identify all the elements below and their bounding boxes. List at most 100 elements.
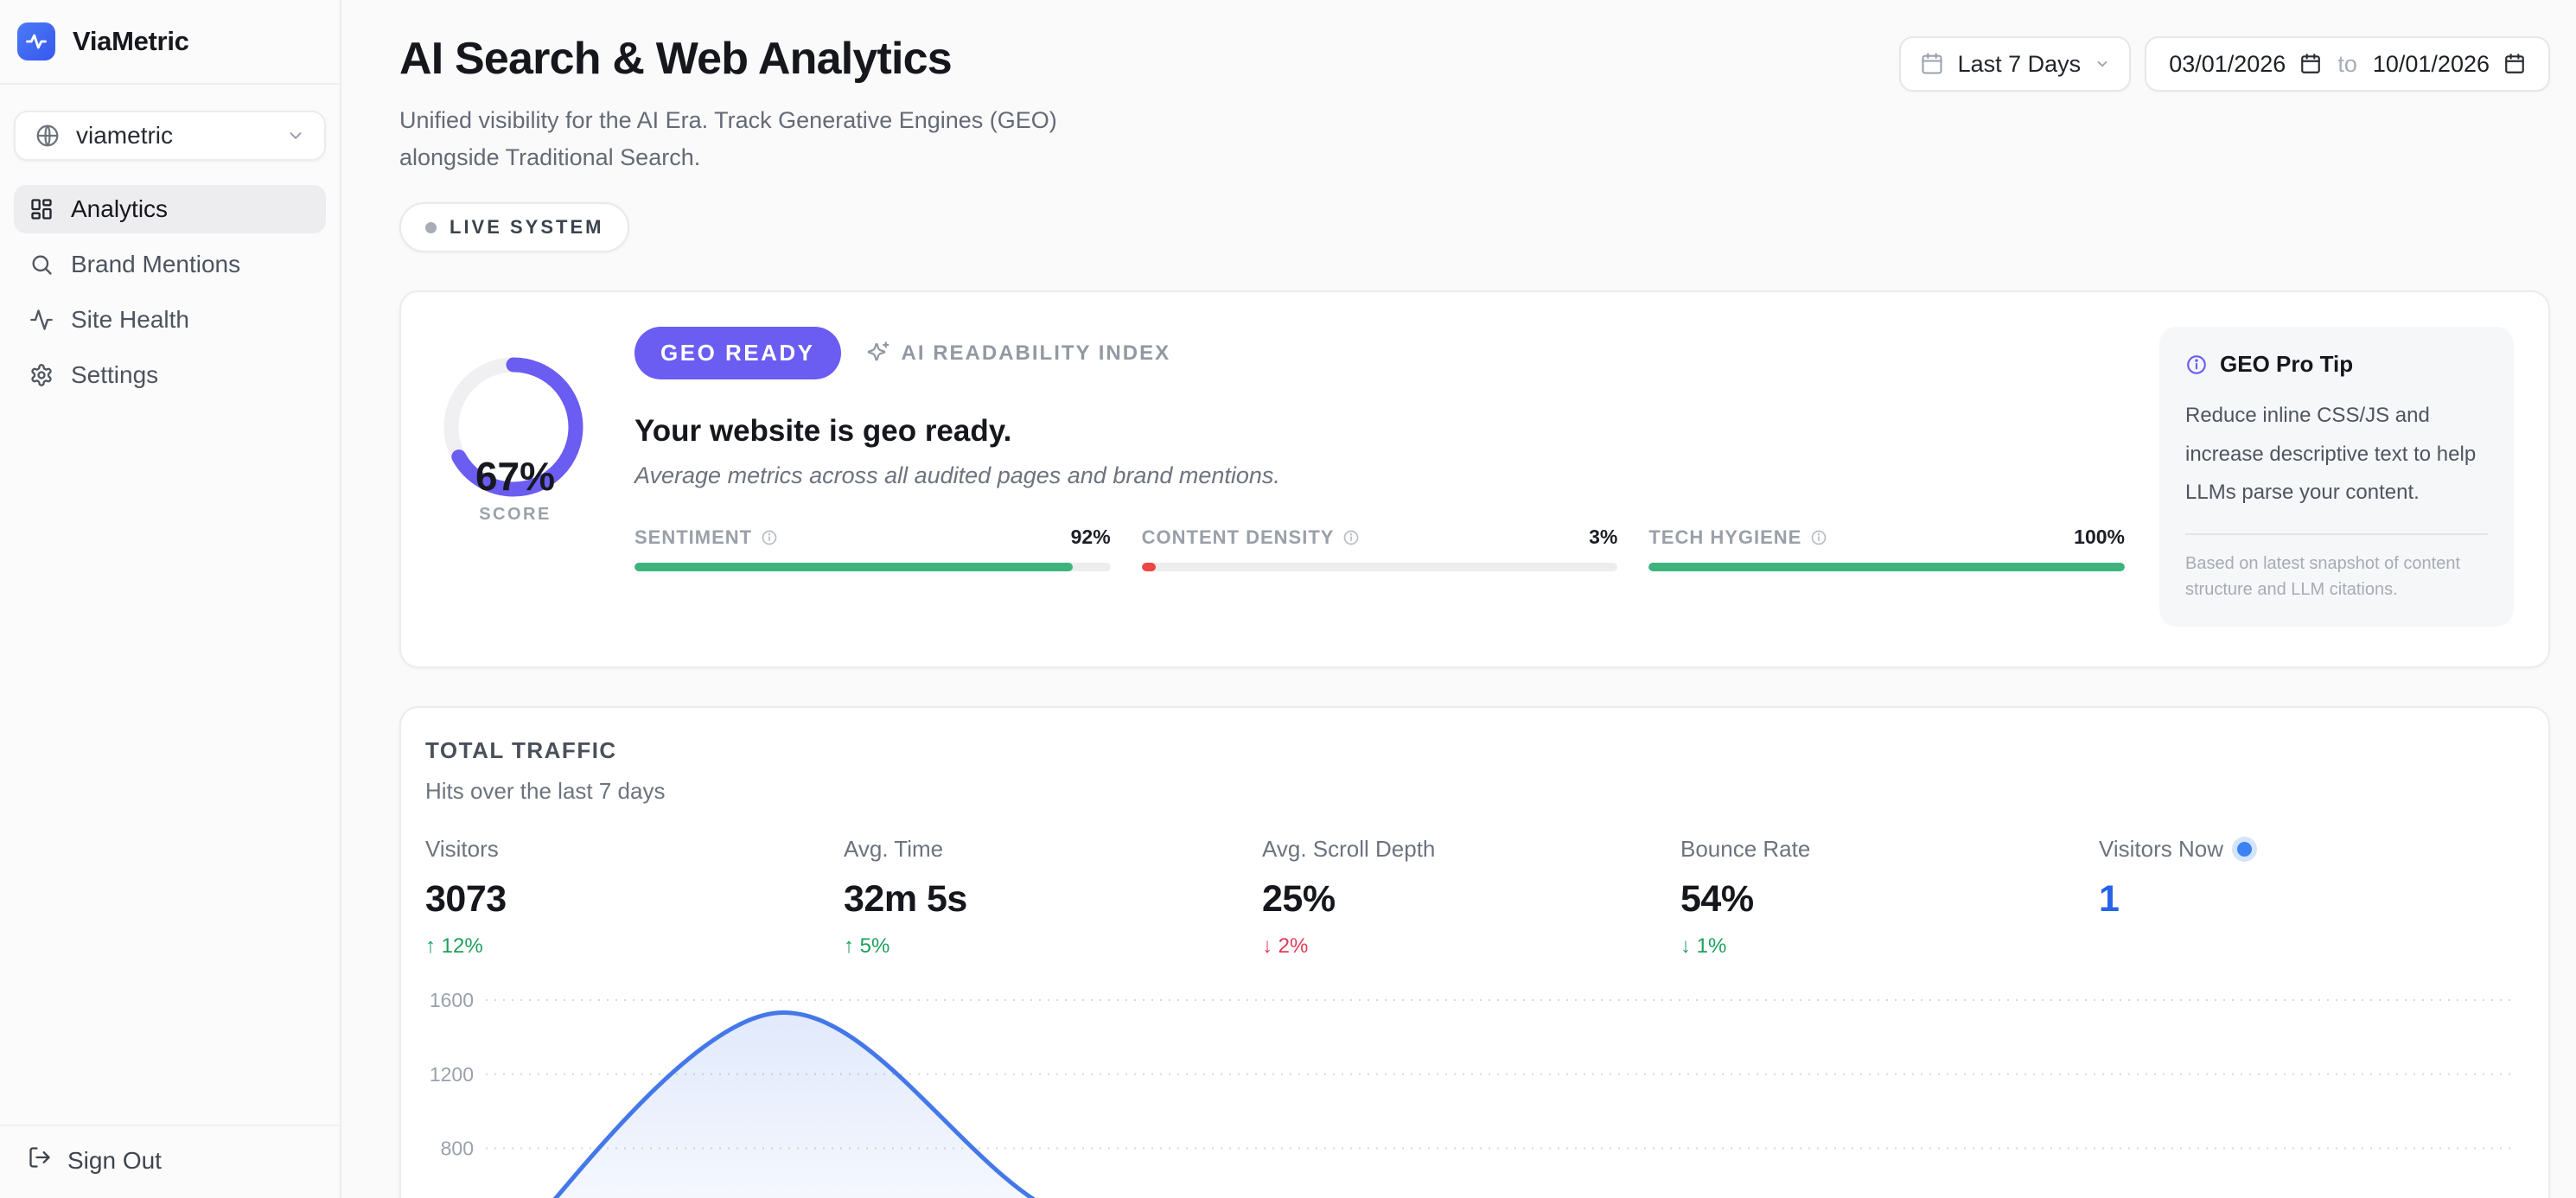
sign-out-label: Sign Out — [67, 1147, 162, 1175]
sidebar: ViaMetric viametric Analytics B — [0, 0, 341, 1198]
metric-bar-fill — [1142, 563, 1157, 571]
stat-label: Avg. Scroll Depth — [1262, 836, 1435, 863]
ai-readability-index: AI READABILITY INDEX — [865, 341, 1171, 366]
metric-content-density: CONTENT DENSITY 3% — [1142, 526, 1618, 571]
stat-avg-scroll-depth: Avg. Scroll Depth 25% ↓ 2% — [1262, 836, 1680, 959]
info-icon — [1810, 529, 1827, 546]
stat-label: Visitors Now — [2099, 836, 2223, 863]
sidebar-item-label: Analytics — [71, 195, 168, 223]
metric-value: 3% — [1589, 526, 1617, 549]
svg-text:1600: 1600 — [430, 991, 474, 1011]
app-root: ViaMetric viametric Analytics B — [0, 0, 2576, 1198]
pro-tip-title: GEO Pro Tip — [2220, 351, 2353, 378]
live-system-badge: LIVE SYSTEM — [399, 202, 629, 252]
calendar-icon[interactable] — [2503, 53, 2526, 75]
metric-label: TECH HYGIENE — [1648, 526, 1801, 549]
search-icon — [29, 252, 54, 277]
gear-icon — [29, 363, 54, 387]
calendar-icon — [1920, 52, 1944, 76]
stat-delta: ↑ 12% — [425, 934, 844, 959]
stat-label: Visitors — [425, 836, 499, 863]
site-selector-value: viametric — [76, 122, 271, 150]
metric-bar-fill — [634, 563, 1073, 571]
sidebar-item-brand-mentions[interactable]: Brand Mentions — [14, 240, 326, 289]
calendar-icon[interactable] — [2299, 53, 2322, 75]
metric-bar-track — [1142, 563, 1618, 571]
sidebar-footer: Sign Out — [0, 1125, 340, 1198]
stat-value: 3073 — [425, 878, 844, 921]
log-out-icon — [28, 1145, 52, 1176]
site-selector[interactable]: viametric — [14, 111, 326, 161]
sidebar-item-label: Settings — [71, 361, 158, 389]
geo-subtext: Average metrics across all audited pages… — [634, 462, 2125, 489]
custom-date-range: 03/01/2026 to 10/01/2026 — [2145, 36, 2550, 92]
metric-label: SENTIMENT — [634, 526, 752, 549]
traffic-area-chart: 040080012001600 — [425, 991, 2517, 1198]
sign-out-button[interactable]: Sign Out — [28, 1145, 312, 1176]
stat-value: 54% — [1680, 878, 2099, 921]
metric-value: 92% — [1071, 526, 1111, 549]
stat-bounce-rate: Bounce Rate 54% ↓ 1% — [1680, 836, 2099, 959]
date-from-input[interactable]: 03/01/2026 — [2169, 51, 2322, 78]
page-title: AI Search & Web Analytics — [399, 33, 1143, 85]
sidebar-item-analytics[interactable]: Analytics — [14, 185, 326, 233]
dashboard-icon — [29, 197, 54, 221]
sparkles-icon — [865, 341, 891, 366]
metric-value: 100% — [2074, 526, 2125, 549]
stat-value: 32m 5s — [844, 878, 1262, 921]
info-icon — [2185, 354, 2208, 376]
live-pulse-icon — [2237, 842, 2252, 857]
metric-label-row: SENTIMENT — [634, 526, 778, 549]
pro-tip-body: Reduce inline CSS/JS and increase descri… — [2185, 397, 2488, 512]
geo-badge-row: GEO READY AI READABILITY INDEX — [634, 327, 2125, 379]
sidebar-item-label: Brand Mentions — [71, 251, 240, 278]
geo-pro-tip-panel: GEO Pro Tip Reduce inline CSS/JS and inc… — [2159, 327, 2514, 626]
metric-sentiment: SENTIMENT 92% — [634, 526, 1111, 571]
metric-label-row: CONTENT DENSITY — [1142, 526, 1361, 549]
traffic-chart: 040080012001600 — [425, 991, 2517, 1198]
date-from-value: 03/01/2026 — [2169, 51, 2286, 78]
metric-bar-track — [634, 563, 1111, 571]
info-icon — [761, 529, 778, 546]
geo-score-value: 67% — [475, 453, 555, 500]
sidebar-item-site-health[interactable]: Site Health — [14, 296, 326, 344]
pro-tip-footnote: Based on latest snapshot of content stru… — [2185, 551, 2488, 602]
sidebar-item-label: Site Health — [71, 306, 189, 334]
sidebar-item-settings[interactable]: Settings — [14, 351, 326, 399]
metric-bar-fill — [1648, 563, 2125, 571]
main-content: AI Search & Web Analytics Unified visibi… — [341, 0, 2576, 1198]
svg-text:1200: 1200 — [430, 1062, 474, 1085]
stat-visitors-now: Visitors Now 1 — [2099, 836, 2517, 959]
metric-label: CONTENT DENSITY — [1142, 526, 1335, 549]
header-controls: Last 7 Days 03/01/2026 to 10/01/2026 — [1899, 36, 2550, 92]
date-range-select[interactable]: Last 7 Days — [1899, 36, 2132, 92]
brand-name: ViaMetric — [73, 26, 189, 57]
status-dot-icon — [425, 222, 437, 233]
stat-visitors: Visitors 3073 ↑ 12% — [425, 836, 844, 959]
globe-icon — [35, 123, 61, 149]
info-icon — [1342, 529, 1360, 546]
geo-readiness-card: 67% SCORE GEO READY AI READABILITY INDEX… — [399, 290, 2550, 667]
range-select-value: Last 7 Days — [1958, 51, 2082, 78]
total-traffic-card: TOTAL TRAFFIC Hits over the last 7 days … — [399, 706, 2550, 1198]
traffic-subtitle: Hits over the last 7 days — [425, 778, 2517, 805]
stat-value: 25% — [1262, 878, 1680, 921]
geo-metrics: SENTIMENT 92% CONTENT DENSITY — [634, 526, 2125, 571]
svg-text:800: 800 — [441, 1137, 474, 1159]
page-header: AI Search & Web Analytics Unified visibi… — [399, 33, 2550, 252]
chevron-down-icon — [2095, 56, 2110, 72]
stat-value-live: 1 — [2099, 878, 2517, 921]
date-to-input[interactable]: 10/01/2026 — [2373, 51, 2526, 78]
geo-card-main: GEO READY AI READABILITY INDEX Your webs… — [634, 327, 2125, 626]
metric-label-row: TECH HYGIENE — [1648, 526, 1827, 549]
stat-label: Avg. Time — [844, 836, 943, 863]
ai-readability-label: AI READABILITY INDEX — [902, 341, 1171, 366]
date-separator: to — [2337, 51, 2357, 78]
sidebar-nav: Analytics Brand Mentions Site Health Set… — [0, 185, 340, 399]
traffic-title: TOTAL TRAFFIC — [425, 737, 2517, 764]
page-subtitle: Unified visibility for the AI Era. Track… — [399, 102, 1143, 176]
divider — [2185, 533, 2488, 535]
activity-icon — [29, 308, 54, 332]
viametric-logo-icon — [17, 22, 55, 61]
traffic-stats: Visitors 3073 ↑ 12% Avg. Time 32m 5s ↑ 5… — [425, 836, 2517, 959]
